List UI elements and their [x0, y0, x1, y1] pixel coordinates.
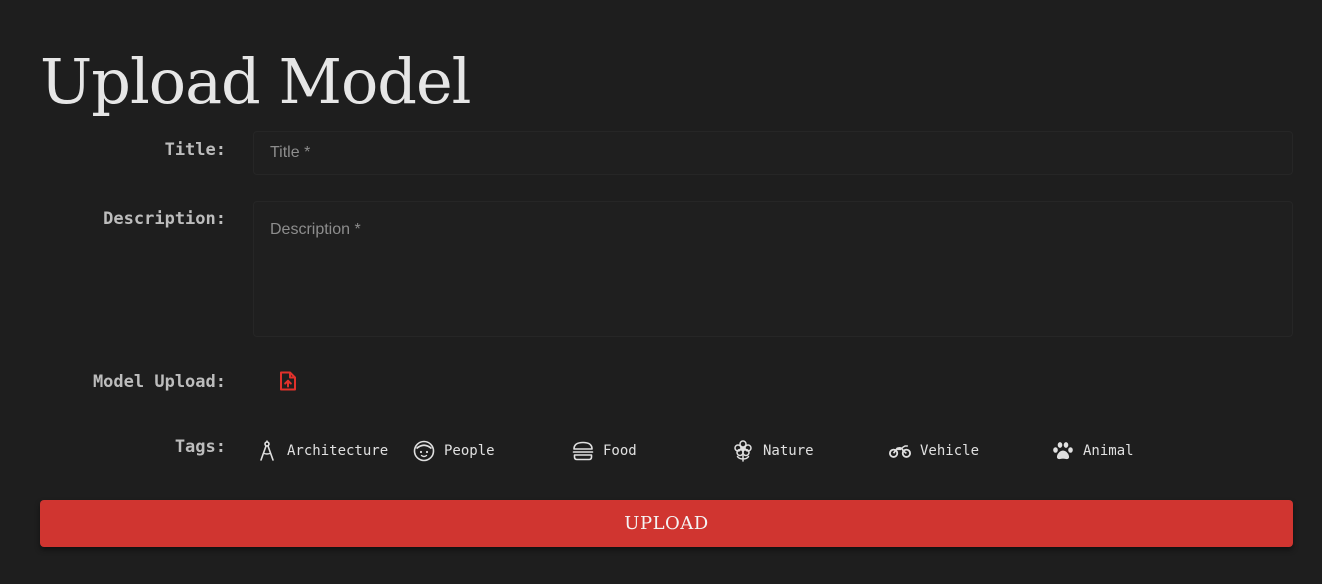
- tag-animal[interactable]: Animal: [1052, 438, 1134, 464]
- description-input[interactable]: [253, 201, 1293, 337]
- tag-food[interactable]: Food: [572, 438, 637, 464]
- motorcycle-icon: [889, 440, 911, 462]
- tag-label: Food: [603, 443, 637, 459]
- title-input[interactable]: [253, 131, 1293, 175]
- tag-architecture[interactable]: Architecture: [256, 438, 388, 464]
- description-label: Description:: [103, 209, 226, 229]
- tag-vehicle[interactable]: Vehicle: [889, 438, 979, 464]
- upload-submit-button[interactable]: UPLOAD: [40, 500, 1293, 547]
- tag-label: Vehicle: [920, 443, 980, 459]
- model-upload-label: Model Upload:: [92, 372, 226, 392]
- tag-label: People: [444, 443, 495, 459]
- upload-model-page: Upload Model Title: Description: Model U…: [0, 0, 1322, 584]
- burger-icon: [572, 440, 594, 462]
- tag-people[interactable]: People: [413, 438, 495, 464]
- tag-label: Nature: [763, 443, 814, 459]
- file-upload-icon: [279, 371, 297, 396]
- compass-icon: [256, 440, 278, 462]
- page-title: Upload Model: [40, 45, 471, 118]
- paw-icon: [1052, 440, 1074, 462]
- tag-label: Architecture: [287, 443, 389, 459]
- face-icon: [413, 440, 435, 462]
- model-upload-button[interactable]: [277, 371, 299, 396]
- title-label: Title:: [164, 140, 226, 160]
- flower-icon: [732, 440, 754, 462]
- tag-label: Animal: [1083, 443, 1134, 459]
- tag-nature[interactable]: Nature: [732, 438, 814, 464]
- tags-label: Tags:: [174, 437, 226, 457]
